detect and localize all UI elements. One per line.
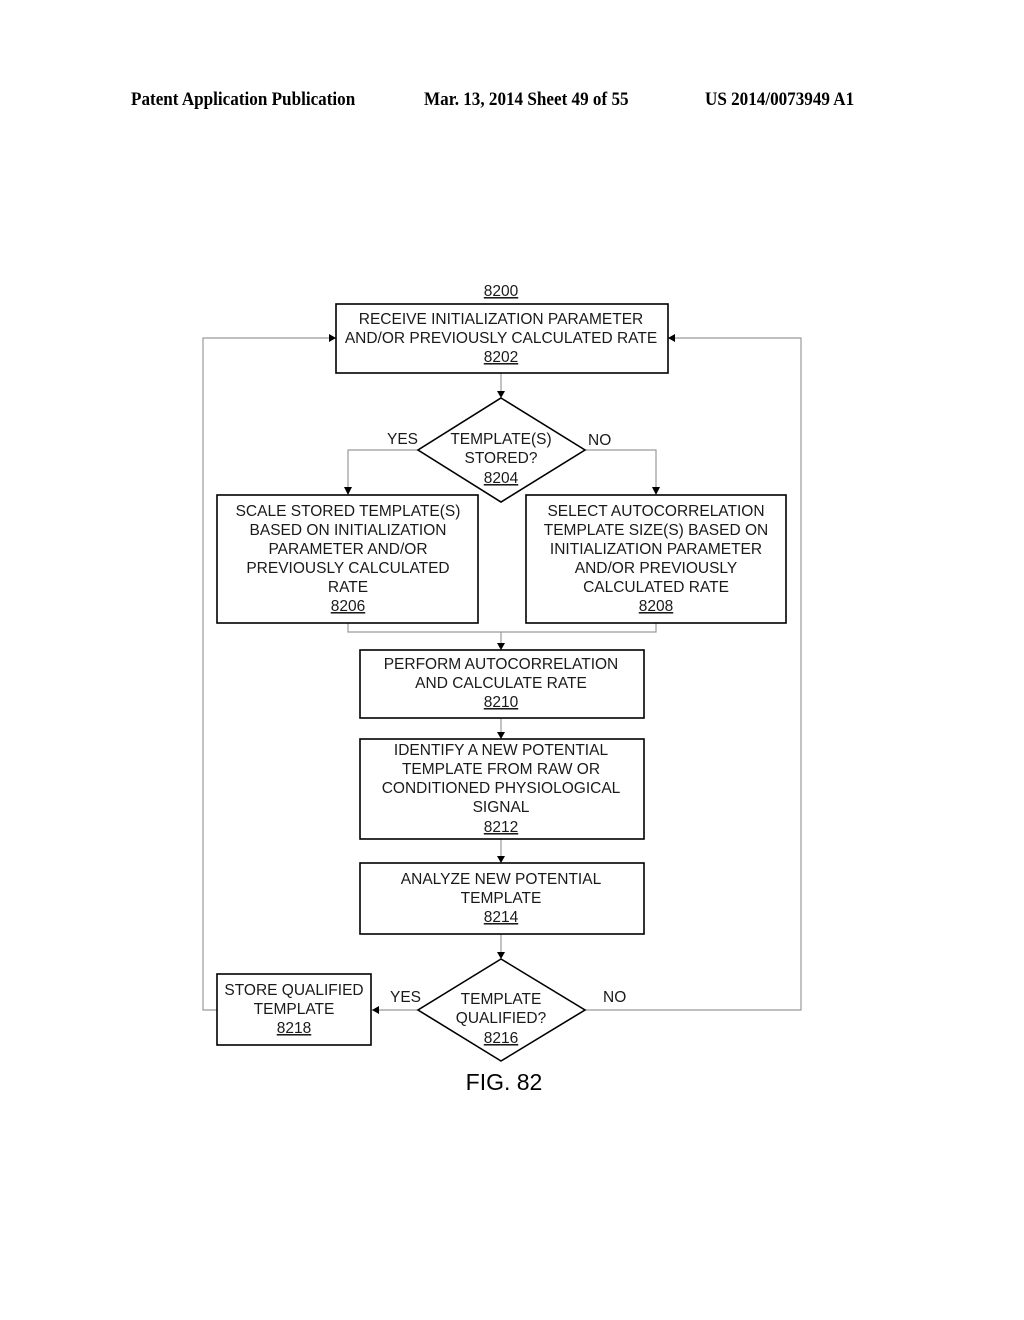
step-8208-select-template-size: SELECT AUTOCORRELATION TEMPLATE SIZE(S) …	[525, 494, 787, 624]
diagram-ref: 8200	[484, 283, 519, 300]
svg-text:TEMPLATE(S): TEMPLATE(S)	[450, 431, 551, 448]
step-8210-perform-autocorrelation: PERFORM AUTOCORRELATION AND CALCULATE RA…	[359, 649, 645, 719]
svg-text:8208: 8208	[639, 598, 673, 615]
svg-text:CALCULATED RATE: CALCULATED RATE	[583, 579, 729, 596]
svg-text:TEMPLATE: TEMPLATE	[461, 890, 542, 907]
edge-8204-no-8208	[585, 449, 657, 494]
svg-text:PARAMETER AND/OR: PARAMETER AND/OR	[268, 541, 427, 558]
svg-text:8204: 8204	[484, 470, 519, 487]
svg-text:8218: 8218	[277, 1020, 311, 1037]
svg-text:TEMPLATE: TEMPLATE	[461, 991, 542, 1008]
svg-text:8212: 8212	[484, 819, 518, 836]
svg-text:CONDITIONED PHYSIOLOGICAL: CONDITIONED PHYSIOLOGICAL	[382, 780, 621, 797]
arrowhead-icon	[497, 856, 505, 863]
svg-text:TEMPLATE SIZE(S) BASED ON: TEMPLATE SIZE(S) BASED ON	[544, 522, 769, 539]
arrowhead-icon	[344, 487, 352, 495]
edge-8218-loop	[202, 337, 336, 1011]
flowchart: 8200 RECEIVE INITIALIZATION PARAMETER AN…	[202, 283, 802, 1095]
svg-text:8216: 8216	[484, 1030, 518, 1047]
svg-text:SIGNAL: SIGNAL	[473, 799, 530, 816]
label-8204-no: NO	[588, 432, 611, 449]
svg-text:PREVIOUSLY CALCULATED: PREVIOUSLY CALCULATED	[246, 560, 449, 577]
step-8214-analyze-template: ANALYZE NEW POTENTIAL TEMPLATE 8214	[359, 862, 645, 935]
svg-text:INITIALIZATION PARAMETER: INITIALIZATION PARAMETER	[550, 541, 762, 558]
arrowhead-icon	[372, 1006, 379, 1014]
svg-text:8214: 8214	[484, 909, 519, 926]
svg-text:SCALE STORED TEMPLATE(S): SCALE STORED TEMPLATE(S)	[236, 503, 461, 520]
svg-text:ANALYZE NEW POTENTIAL: ANALYZE NEW POTENTIAL	[401, 871, 602, 888]
decision-8204-templates-stored: TEMPLATE(S) STORED? 8204	[416, 397, 587, 503]
svg-text:BASED ON INITIALIZATION: BASED ON INITIALIZATION	[250, 522, 447, 539]
arrowhead-icon	[497, 732, 505, 739]
edge-merge-8206-8208	[347, 623, 657, 633]
svg-text:TEMPLATE FROM RAW OR: TEMPLATE FROM RAW OR	[402, 761, 600, 778]
svg-text:8206: 8206	[331, 598, 365, 615]
arrowhead-icon	[497, 643, 505, 650]
label-8204-yes: YES	[387, 431, 418, 448]
step-8202-receive-parameter: RECEIVE INITIALIZATION PARAMETER AND/OR …	[335, 303, 669, 374]
label-8216-no: NO	[603, 989, 626, 1006]
svg-text:AND CALCULATE RATE: AND CALCULATE RATE	[415, 675, 587, 692]
arrowhead-icon	[668, 334, 675, 342]
arrowhead-icon	[329, 334, 336, 342]
label-8216-yes: YES	[390, 989, 421, 1006]
svg-text:PERFORM AUTOCORRELATION: PERFORM AUTOCORRELATION	[384, 656, 619, 673]
figure-label: FIG. 82	[466, 1069, 543, 1095]
svg-text:QUALIFIED?: QUALIFIED?	[456, 1010, 547, 1027]
decision-8216-template-qualified: TEMPLATE QUALIFIED? 8216	[416, 958, 587, 1062]
svg-text:RECEIVE INITIALIZATION PARAMET: RECEIVE INITIALIZATION PARAMETER	[359, 311, 644, 328]
svg-text:AND/OR PREVIOUSLY CALCULATED R: AND/OR PREVIOUSLY CALCULATED RATE	[345, 330, 657, 347]
arrowhead-icon	[497, 952, 505, 959]
edge-8204-yes-8206	[347, 449, 418, 494]
svg-text:TEMPLATE: TEMPLATE	[254, 1001, 335, 1018]
svg-text:RATE: RATE	[328, 579, 368, 596]
svg-text:STORED?: STORED?	[465, 450, 538, 467]
arrowhead-icon	[497, 391, 505, 398]
svg-text:AND/OR PREVIOUSLY: AND/OR PREVIOUSLY	[575, 560, 738, 577]
svg-text:8210: 8210	[484, 694, 519, 711]
step-8206-scale-templates: SCALE STORED TEMPLATE(S) BASED ON INITIA…	[216, 494, 479, 624]
svg-text:STORE QUALIFIED: STORE QUALIFIED	[224, 982, 363, 999]
svg-text:8202: 8202	[484, 349, 518, 366]
step-8212-identify-template: IDENTIFY A NEW POTENTIAL TEMPLATE FROM R…	[359, 738, 645, 840]
arrowhead-icon	[652, 487, 660, 495]
step-8218-store-template: STORE QUALIFIED TEMPLATE 8218	[216, 973, 372, 1046]
svg-text:IDENTIFY A NEW POTENTIAL: IDENTIFY A NEW POTENTIAL	[394, 742, 609, 759]
svg-text:SELECT AUTOCORRELATION: SELECT AUTOCORRELATION	[547, 503, 764, 520]
